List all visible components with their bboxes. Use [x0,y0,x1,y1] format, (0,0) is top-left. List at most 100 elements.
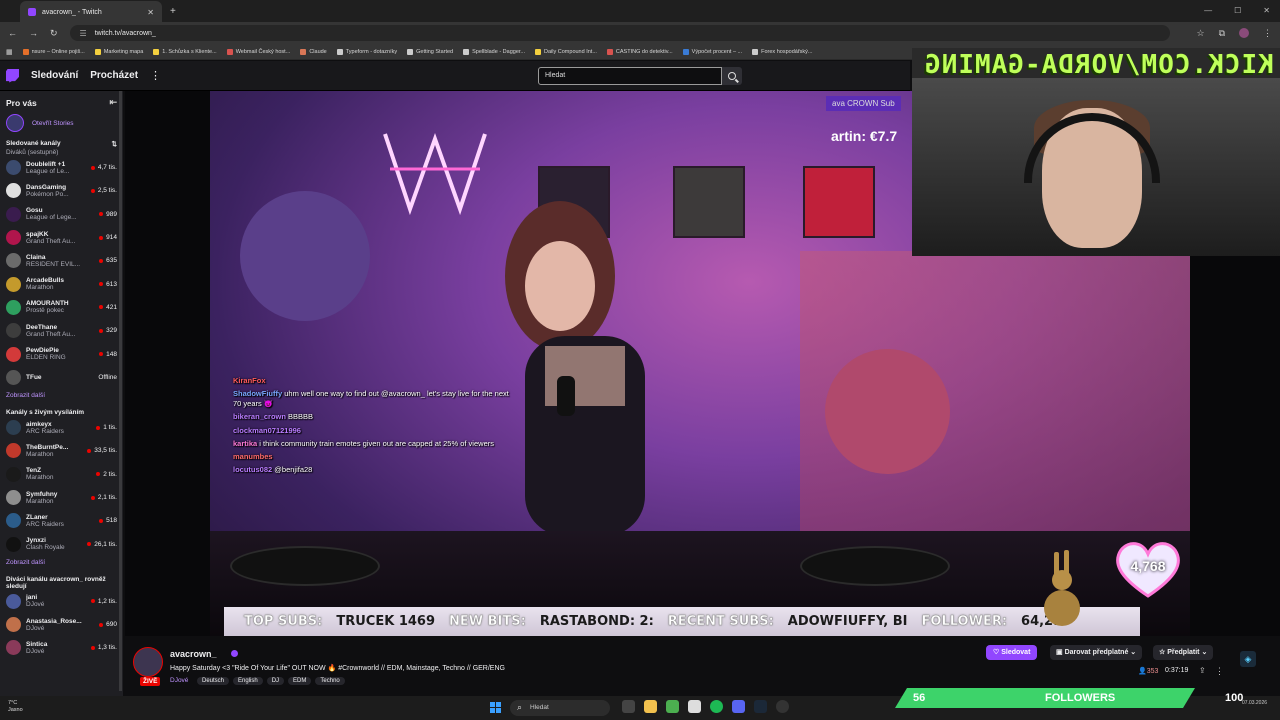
channel-game: Marathon [26,450,54,458]
reload-icon[interactable]: ↻ [50,28,58,39]
sidebar-channel-item[interactable]: Sintica DJové 1,3 tis. [0,636,123,659]
extensions-icon[interactable]: ⧉ [1219,28,1225,39]
new-tab-button[interactable]: + [170,6,176,17]
channel-game: Grand Theft Au... [26,237,76,245]
show-more-followed[interactable]: Zobrazit další [0,389,123,401]
bookmark-item[interactable]: Spellblade - Dagger... [463,48,525,55]
bookmark-favicon-icon [22,48,29,55]
twitch-logo-icon[interactable] [6,68,19,83]
stories-link[interactable]: Otevřít Stories [0,108,123,132]
bookmark-item[interactable]: 1. Schůzka s Kliente... [153,48,217,55]
channel-viewers-value: 613 [106,280,117,288]
stream-tag[interactable]: DJ [266,677,285,685]
url-field[interactable]: ☰ twitch.tv/avacrown_ [69,25,1170,41]
back-icon[interactable]: ← [8,28,17,38]
similar-channels-title: Diváci kanálu avacrown_ rovněž sledují [6,575,106,590]
forward-icon[interactable]: → [29,28,38,38]
subscribe-label: Předplatit [1167,649,1200,656]
bookmark-item[interactable]: Webmail Český host... [226,48,290,55]
windows-start-icon[interactable] [490,702,501,713]
sidebar-channel-item[interactable]: TenZ Marathon 2 tis. [0,463,123,486]
chat-text: @benjifa28 [274,464,313,474]
sidebar-channel-item[interactable]: DeeThane Grand Theft Au... 329 [0,319,123,342]
sub-alert-tag: ava CROWN Sub [826,96,901,111]
channel-name: ZLaner [26,513,48,521]
share-icon[interactable]: ⇪ [1199,666,1206,675]
sidebar-channel-item[interactable]: PewDiePie ELDEN RING 148 [0,342,123,365]
sidebar-channel-item[interactable]: TFue Offline [0,366,123,389]
file-explorer-icon[interactable] [644,700,657,713]
extension-icon[interactable]: ◈ [1240,651,1256,667]
weather-widget[interactable]: 7°C Jasno [8,700,23,713]
sidebar-channel-item[interactable]: Jynxzi Clash Royale 26,1 tis. [0,532,123,555]
apps-grid-icon[interactable]: ▦ [6,48,13,56]
stream-tag[interactable]: EDM [288,677,312,685]
search-input[interactable]: Hledat [538,67,722,85]
obs-icon[interactable] [776,700,789,713]
taskbar-search[interactable]: Hledat [510,700,610,716]
search-button[interactable] [722,67,742,85]
sidebar-channel-item[interactable]: DansGaming Pokémon Po... 2,5 tis. [0,179,123,202]
bookmark-item[interactable]: CASTING do detektiv... [606,48,673,55]
subscribe-button[interactable]: ☆ Předplatit ⌄ [1153,645,1214,660]
sidebar-channel-item[interactable]: Claina RESIDENT EVIL... 635 [0,249,123,272]
sidebar-channel-item[interactable]: Doublelift +1 League of Le... 4,7 tis. [0,156,123,179]
browser-tab[interactable]: avacrown_ - Twitch ✕ [20,1,162,23]
stream-tag[interactable]: Deutsch [197,677,230,685]
bookmark-item[interactable]: Výpočet procent – ... [682,48,743,55]
capcut-icon[interactable] [688,700,701,713]
bookmark-item[interactable]: nsure – Online pojiš... [22,48,85,55]
menu-icon[interactable]: ⋮ [1263,28,1272,39]
task-view-icon[interactable] [622,700,635,713]
nav-browse[interactable]: Procházet [90,70,138,81]
gift-sub-button[interactable]: ▣ Darovat předplatné ⌄ [1050,645,1143,660]
sidebar-channel-item[interactable]: aimkeyx ARC Raiders 1 tis. [0,416,123,439]
steam-icon[interactable] [754,700,767,713]
site-settings-icon[interactable]: ☰ [80,29,87,38]
stream-tag[interactable]: English [233,677,263,685]
minimize-icon[interactable]: — [1204,6,1212,15]
show-more-live[interactable]: Zobrazit další [0,556,123,568]
profile-avatar[interactable] [1239,27,1249,38]
sort-icon[interactable]: ⇅ [112,140,117,148]
sidebar-channel-item[interactable]: Anastasia_Rose... DJové 690 [0,613,123,636]
bookmark-item[interactable]: Typeform - dotazníky [336,48,397,55]
close-tab-icon[interactable]: ✕ [147,8,154,17]
more-stream-options-icon[interactable]: ⋮ [1215,666,1224,677]
spotify-icon[interactable] [710,700,723,713]
discord-icon[interactable] [732,700,745,713]
sidebar-channel-item[interactable]: ArcadeBulls Marathon 613 [0,272,123,295]
close-window-icon[interactable]: ✕ [1263,6,1270,15]
chrome-icon[interactable] [666,700,679,713]
channel-info: PewDiePie ELDEN RING [26,347,94,361]
sidebar-channel-item[interactable]: Symfuhny Marathon 2,1 tis. [0,486,123,509]
sidebar-channel-item[interactable]: jani DJové 1,2 tis. [0,590,123,613]
bookmark-star-icon[interactable]: ☆ [1196,28,1204,39]
channel-game: League of Le... [26,167,70,175]
bookmark-item[interactable]: Claude [300,48,327,55]
more-options-icon[interactable]: ⋮ [150,69,161,82]
follow-button[interactable]: ♡ Sledovat [986,645,1038,660]
bookmark-item[interactable]: Getting Started [407,48,453,55]
bookmark-item[interactable]: Forex hospodářský... [752,48,812,55]
bookmark-label: Výpočet procent – ... [691,48,743,55]
nav-following[interactable]: Sledování [31,70,78,81]
streamer-avatar[interactable] [133,647,163,677]
channel-avatar [6,443,21,459]
sidebar-scrollbar[interactable] [119,91,122,691]
sidebar-channel-item[interactable]: spajKK Grand Theft Au... 914 [0,226,123,249]
streamer-name[interactable]: avacrown_ [170,649,217,659]
sidebar-channel-item[interactable]: TheBurntPe... Marathon 33,5 tis. [0,439,123,462]
bookmark-item[interactable]: Daily Compound Int... [535,48,597,55]
channel-avatar [6,513,21,529]
collapse-sidebar-icon[interactable]: ⇤ [109,97,117,108]
sidebar-channel-item[interactable]: Gosu League of Lege... 989 [0,203,123,226]
channel-avatar [6,323,21,339]
bookmark-item[interactable]: Marketing mapa [94,48,143,55]
channel-avatar [6,299,21,315]
sidebar-channel-item[interactable]: ZLaner ARC Raiders 518 [0,509,123,532]
sidebar-channel-item[interactable]: AMOURANTH Prostě pokec 421 [0,296,123,319]
stream-category[interactable]: DJové [170,677,188,684]
maximize-icon[interactable]: ☐ [1234,6,1241,15]
stream-tag[interactable]: Techno [315,677,345,685]
